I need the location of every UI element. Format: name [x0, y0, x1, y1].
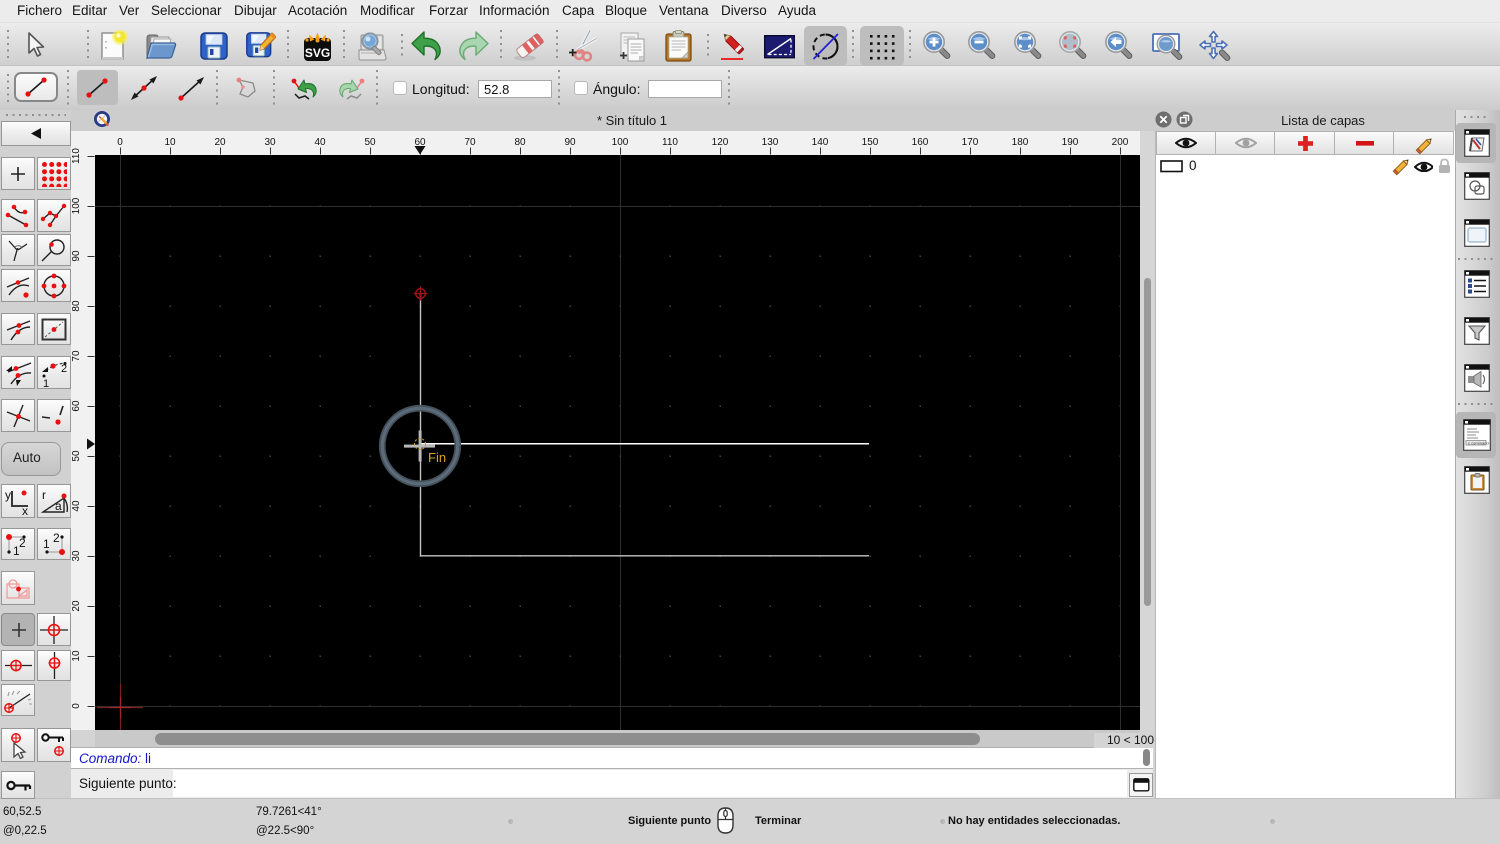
svg-text:100: 100: [71, 197, 82, 214]
svg-text:100: 100: [612, 137, 629, 148]
svg-text:80: 80: [514, 137, 526, 148]
svg-text:170: 170: [962, 137, 979, 148]
svg-text:110: 110: [71, 148, 82, 164]
svg-text:0: 0: [117, 137, 123, 148]
svg-text:120: 120: [712, 137, 729, 148]
svg-text:10: 10: [164, 137, 176, 148]
svg-text:70: 70: [71, 350, 82, 362]
svg-text:1: 1: [43, 537, 50, 551]
svg-text:a: a: [55, 499, 62, 513]
svg-text:30: 30: [71, 550, 82, 562]
svg-text:2: 2: [19, 536, 26, 550]
svg-text:60: 60: [71, 400, 82, 412]
svg-text:40: 40: [71, 500, 82, 512]
svg-text:110: 110: [662, 137, 678, 148]
svg-text:140: 140: [812, 137, 829, 148]
svg-text:x: x: [22, 504, 28, 515]
svg-text:160: 160: [912, 137, 929, 148]
svg-text:1: 1: [43, 378, 49, 388]
svg-text:180: 180: [1012, 137, 1029, 148]
svg-text:50: 50: [364, 137, 376, 148]
svg-text:20: 20: [71, 600, 82, 612]
svg-text:c command: c command: [1468, 440, 1489, 445]
svg-text:80: 80: [71, 300, 82, 312]
svg-text:50: 50: [71, 450, 82, 462]
svg-text:190: 190: [1062, 137, 1079, 148]
svg-text:130: 130: [762, 137, 779, 148]
svg-text:30: 30: [264, 137, 276, 148]
svg-text:90: 90: [564, 137, 576, 148]
svg-text:Fin: Fin: [428, 450, 446, 465]
svg-text:2: 2: [53, 531, 60, 545]
svg-text:200: 200: [1112, 137, 1129, 148]
svg-text:r: r: [42, 488, 46, 502]
svg-text:20: 20: [214, 137, 226, 148]
svg-text:SVG: SVG: [305, 46, 330, 60]
svg-text:150: 150: [862, 137, 879, 148]
svg-text:40: 40: [314, 137, 326, 148]
svg-text:90: 90: [71, 250, 82, 262]
svg-text:10: 10: [71, 650, 82, 662]
svg-text:y: y: [5, 488, 11, 502]
svg-text:2: 2: [61, 363, 67, 375]
svg-text:0: 0: [71, 703, 82, 709]
svg-text:70: 70: [464, 137, 476, 148]
